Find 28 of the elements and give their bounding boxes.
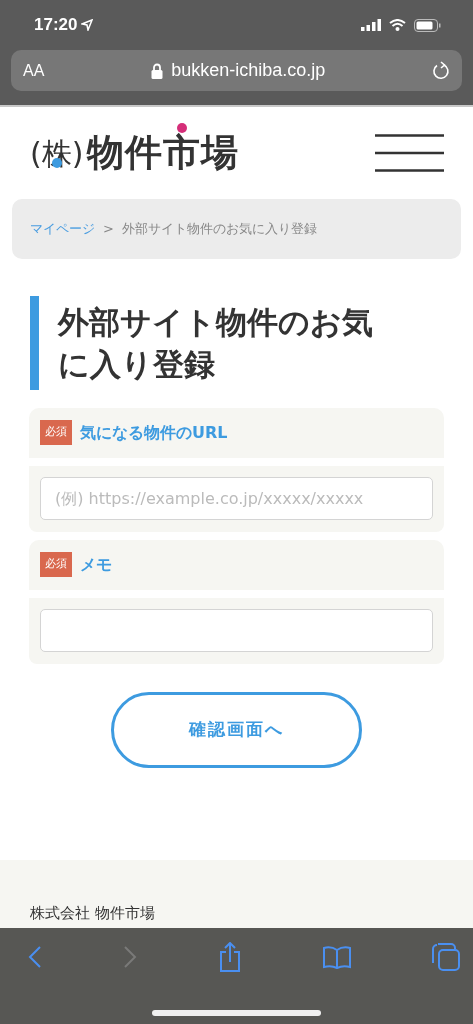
input-field[interactable]: (例) https://example.co.jp/xxxxx/xxxxx bbox=[40, 477, 433, 521]
back-icon[interactable] bbox=[28, 945, 42, 969]
page-title: 外部サイト物件のお気に入り登録 bbox=[30, 296, 403, 390]
logo-dot bbox=[177, 123, 188, 134]
breadcrumb-separator: > bbox=[103, 220, 114, 239]
required-tag: 必須 bbox=[40, 420, 72, 445]
text-size-button[interactable]: AA bbox=[23, 58, 45, 83]
menu-icon[interactable] bbox=[375, 134, 444, 172]
location-arrow-icon bbox=[81, 19, 94, 31]
reload-icon[interactable] bbox=[432, 60, 450, 81]
required-tag: 必須 bbox=[40, 552, 72, 577]
logo-text: 物件市場 bbox=[87, 125, 240, 181]
breadcrumb-current: 外部サイト物件のお気に入り登録 bbox=[121, 220, 317, 239]
url-text[interactable]: bukken-ichiba.co.jp bbox=[171, 57, 326, 84]
signal-icon bbox=[361, 19, 381, 31]
confirm-button[interactable]: 確認画面へ bbox=[111, 691, 362, 768]
tabs-icon[interactable] bbox=[432, 943, 460, 971]
company-name: 株式会社 物件市場 bbox=[30, 903, 155, 924]
share-icon[interactable] bbox=[218, 942, 242, 972]
breadcrumb-link[interactable]: マイページ bbox=[30, 219, 95, 239]
wifi-icon bbox=[389, 19, 406, 31]
field-label: メモ bbox=[80, 553, 112, 576]
battery-icon bbox=[414, 18, 441, 32]
bookmarks-icon[interactable] bbox=[323, 945, 351, 969]
logo-dot bbox=[52, 157, 63, 168]
field-label: 気になる物件のURL bbox=[80, 421, 228, 444]
status-time: 17:20 bbox=[34, 14, 78, 37]
lock-icon bbox=[151, 62, 164, 79]
